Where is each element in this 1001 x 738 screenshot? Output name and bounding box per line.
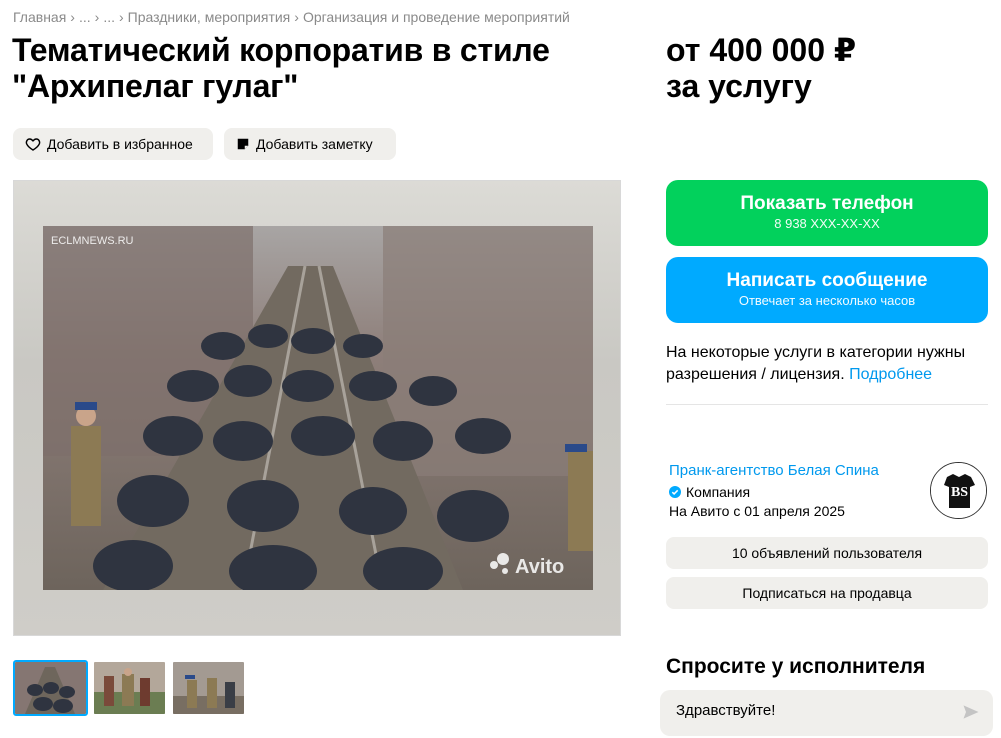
add-to-favorites-label: Добавить в избранное [47, 136, 193, 152]
price-unit: за услугу [666, 68, 812, 104]
seller-type-label: Компания [686, 484, 751, 500]
breadcrumb: Главная ›... ›... › Праздники, мероприятия › О… [13, 9, 570, 25]
photo-watermark-top: ECLMNEWS.RU [51, 235, 134, 247]
seller-logo: BS [931, 463, 986, 518]
breadcrumb-ellipsis-1[interactable]: ... [79, 9, 91, 25]
add-note-label: Добавить заметку [256, 136, 373, 152]
price-value: от 400 000 ₽ [666, 32, 857, 68]
breadcrumb-separator: › [294, 9, 299, 25]
license-notice: На некоторые услуги в категории нужны ра… [666, 342, 996, 386]
breadcrumb-separator: › [118, 9, 124, 25]
main-photo[interactable]: ECLMNEWS.RU Avito [43, 226, 593, 590]
breadcrumb-ellipsis-2[interactable]: ... [103, 9, 115, 25]
ask-seller-title: Спросите у исполнителя [666, 655, 926, 678]
thumbnail-1[interactable] [13, 660, 88, 716]
breadcrumb-separator: › [94, 9, 100, 25]
listing-price: от 400 000 ₽ за услугу [666, 32, 856, 104]
breadcrumb-holidays[interactable]: Праздники, мероприятия [128, 9, 291, 25]
avito-watermark-text: Avito [515, 556, 564, 578]
response-time: Отвечает за несколько часов [738, 293, 916, 308]
write-message-label: Написать сообщение [726, 270, 928, 291]
breadcrumb-home[interactable]: Главная [13, 9, 66, 25]
show-phone-button[interactable]: Показать телефон 8 938 XXX-XX-XX [666, 180, 988, 246]
subscribe-seller-button[interactable]: Подписаться на продавца [666, 577, 988, 609]
add-note-button[interactable]: Добавить заметку [224, 128, 396, 160]
thumbnail-strip [13, 660, 246, 716]
divider [666, 404, 988, 405]
breadcrumb-event-organization[interactable]: Организация и проведение мероприятий [303, 9, 570, 25]
license-more-link[interactable]: Подробнее [849, 366, 932, 383]
thumbnail-2[interactable] [92, 660, 167, 716]
main-image-gallery[interactable]: ECLMNEWS.RU Avito [13, 180, 621, 636]
ask-seller-box [660, 690, 993, 736]
heart-icon [25, 138, 41, 151]
show-phone-label: Показать телефон [740, 193, 914, 214]
thumbnail-3[interactable] [171, 660, 246, 716]
main-photo-image: ECLMNEWS.RU Avito [43, 226, 593, 590]
seller-avatar[interactable]: BS [930, 462, 987, 519]
ask-message-input[interactable] [676, 702, 946, 719]
seller-name-link[interactable]: Пранк-агентство Белая Спина [669, 462, 879, 479]
seller-logo-text: BS [951, 485, 968, 500]
send-icon[interactable] [961, 702, 981, 722]
verified-check-icon [669, 486, 681, 498]
phone-masked: 8 938 XXX-XX-XX [774, 216, 880, 231]
seller-ads-button[interactable]: 10 объявлений пользователя [666, 537, 988, 569]
seller-type: Компания [669, 484, 750, 500]
note-icon [237, 138, 249, 150]
add-to-favorites-button[interactable]: Добавить в избранное [13, 128, 213, 160]
write-message-button[interactable]: Написать сообщение Отвечает за несколько… [666, 257, 988, 323]
breadcrumb-separator: › [70, 9, 75, 25]
seller-since: На Авито с 01 апреля 2025 [669, 503, 845, 519]
listing-title: Тематический корпоратив в стиле "Архипел… [12, 32, 550, 104]
